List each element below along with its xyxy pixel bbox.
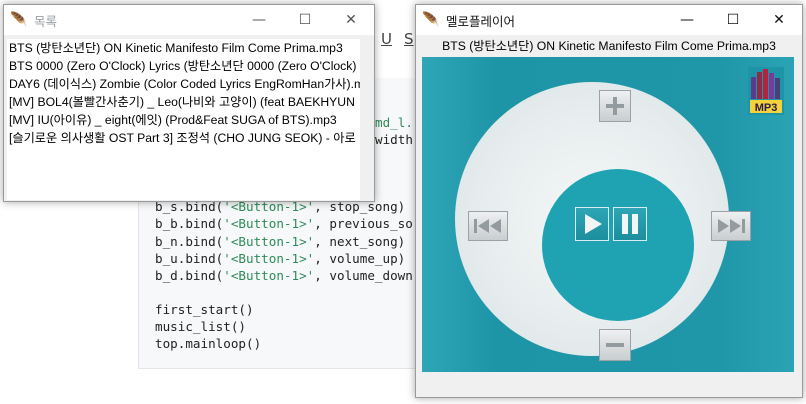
code-line: b_d.bind('<Button-1>', volume_down <box>155 267 413 284</box>
code-text: b_u.bind( <box>155 250 224 266</box>
list-window-title: 목록 <box>34 13 58 29</box>
code-fragment-1: md_l. <box>375 115 413 130</box>
list-item[interactable]: [슬기로운 의사생활 OST Part 3] 조정석 (CHO JUNG SEO… <box>7 129 360 147</box>
previous-icon <box>474 219 501 233</box>
code-line: b_b.bind('<Button-1>', previous_so <box>155 215 413 232</box>
code-line: b_n.bind('<Button-1>', next_song) <box>155 233 413 250</box>
list-item[interactable]: BTS 0000 (Zero O'Clock) Lyrics (방탄소년단 00… <box>7 57 360 75</box>
plus-icon <box>606 97 624 115</box>
list-window[interactable]: 🪶 목록 — ☐ ✕ BTS (방탄소년단) ON Kinetic Manife… <box>3 4 375 202</box>
list-item[interactable]: DAY6 (데이식스) Zombie (Color Coded Lyrics E… <box>7 75 360 93</box>
minus-icon <box>606 343 624 347</box>
code-text: first_start() <box>155 301 254 317</box>
list-window-titlebar[interactable]: 🪶 목록 — ☐ ✕ <box>4 5 374 35</box>
feather-icon: 🪶 <box>10 12 28 28</box>
next-button[interactable] <box>711 211 751 241</box>
song-listbox[interactable]: BTS (방탄소년단) ON Kinetic Manifesto Film Co… <box>7 39 360 200</box>
play-icon <box>585 214 602 234</box>
code-text: music_list() <box>155 319 246 335</box>
code-text: b_d.bind( <box>155 267 224 283</box>
previous-button[interactable] <box>468 211 508 241</box>
mp3-badge-text: MP3 <box>755 102 778 114</box>
play-button[interactable] <box>575 207 609 241</box>
code-line: music_list() <box>155 318 413 335</box>
player-window-titlebar[interactable]: 🪶 멜로플레이어 — ☐ ✕ <box>416 5 802 35</box>
code-text: b_n.bind( <box>155 233 224 249</box>
code-string: '<Button-1>' <box>223 267 315 283</box>
underline-mark[interactable]: U <box>381 30 392 48</box>
maximize-icon[interactable]: ☐ <box>282 5 328 35</box>
list-item[interactable]: [MV] BOL4(볼빨간사춘기) _ Leo(나비와 고양이) (feat B… <box>7 93 360 111</box>
list-item[interactable]: BTS (방탄소년단) ON Kinetic Manifesto Film Co… <box>7 39 360 57</box>
code-text: top.mainloop() <box>155 336 262 352</box>
code-text: , volume_down <box>314 267 413 283</box>
code-text: b_b.bind( <box>155 216 224 232</box>
code-string: '<Button-1>' <box>223 216 315 232</box>
close-icon[interactable]: ✕ <box>756 5 802 35</box>
code-text: , next_song) <box>314 233 406 249</box>
volume-up-button[interactable] <box>599 90 631 122</box>
feather-icon: 🪶 <box>422 12 440 28</box>
maximize-icon[interactable]: ☐ <box>710 5 756 35</box>
player-window[interactable]: 🪶 멜로플레이어 — ☐ ✕ BTS (방탄소년단) ON Kinetic Ma… <box>415 4 803 398</box>
minimize-icon[interactable]: — <box>236 5 282 35</box>
player-stage: MP3 <box>422 57 794 372</box>
close-icon[interactable]: ✕ <box>328 5 374 35</box>
pause-icon <box>622 214 638 234</box>
strike-mark[interactable]: S <box>404 30 414 48</box>
player-window-title: 멜로플레이어 <box>446 13 516 29</box>
list-item[interactable]: [MV] IU(아이유) _ eight(에잇) (Prod&Feat SUGA… <box>7 111 360 129</box>
pause-button[interactable] <box>613 207 647 241</box>
code-text: , volume_up) <box>314 250 406 266</box>
code-string: '<Button-1>' <box>223 233 315 249</box>
code-line: top.mainloop() <box>155 335 413 352</box>
mp3-logo-icon: MP3 <box>748 67 784 115</box>
code-line: first_start() <box>155 301 413 318</box>
code-string: '<Button-1>' <box>223 250 315 266</box>
now-playing-label: BTS (방탄소년단) ON Kinetic Manifesto Film Co… <box>442 39 776 53</box>
center-hub <box>542 169 694 321</box>
code-line: b_u.bind('<Button-1>', volume_up) <box>155 250 413 267</box>
volume-down-button[interactable] <box>599 329 631 361</box>
code-text: , previous_so <box>314 216 413 232</box>
next-icon <box>718 219 745 233</box>
minimize-icon[interactable]: — <box>664 5 710 35</box>
